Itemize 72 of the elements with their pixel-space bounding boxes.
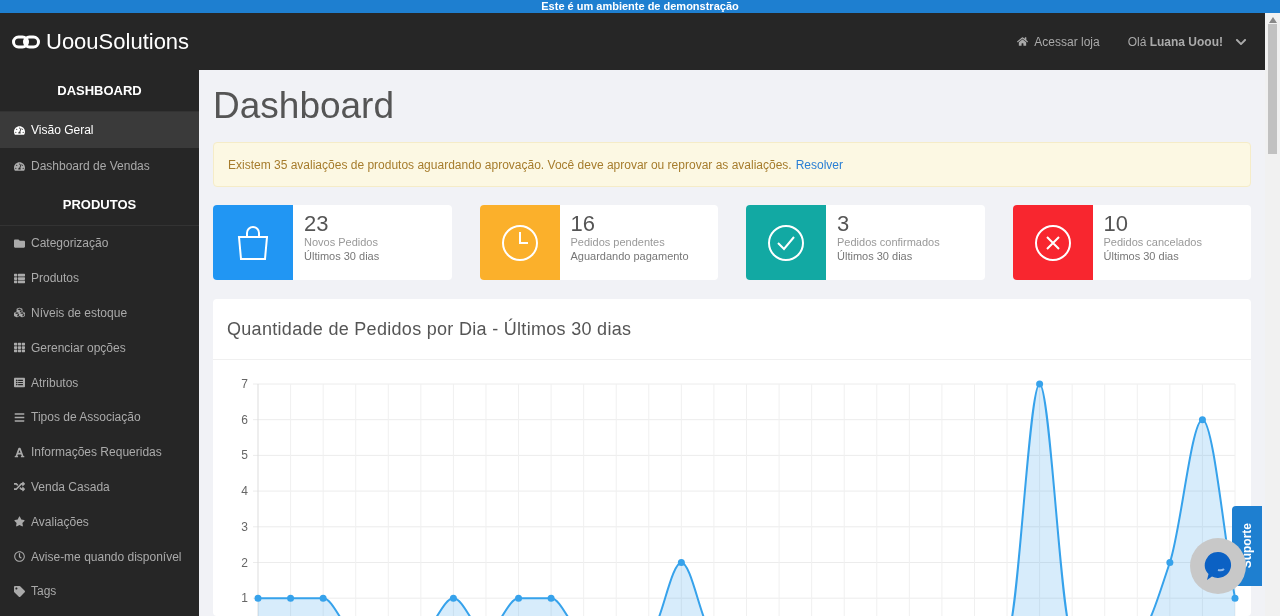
list-icon bbox=[14, 272, 25, 284]
gauge-icon bbox=[14, 124, 25, 136]
page-title: Dashboard bbox=[213, 84, 395, 128]
sidebar-item[interactable]: Gerenciar opções bbox=[0, 330, 199, 366]
stat-label: Novos Pedidos bbox=[304, 235, 379, 249]
y-axis-label: 7 bbox=[241, 377, 248, 391]
clock-icon bbox=[499, 222, 540, 263]
logo-text: UoouSolutions bbox=[46, 28, 190, 56]
chart-title: Quantidade de Pedidos por Dia - Últimos 30 dias bbox=[227, 317, 632, 341]
check-circle-icon bbox=[766, 222, 806, 263]
point bbox=[515, 594, 523, 602]
shuffle-icon bbox=[14, 481, 25, 493]
folder-icon bbox=[14, 237, 25, 249]
sidebar-item[interactable]: Atributos bbox=[0, 365, 199, 400]
sidebar-item[interactable]: Produtos bbox=[0, 260, 199, 296]
stat-sublabel: Últimos 30 dias bbox=[837, 249, 914, 263]
y-axis-label: 3 bbox=[241, 519, 248, 534]
x-circle-icon bbox=[1032, 222, 1073, 263]
tag-icon bbox=[14, 585, 25, 597]
point bbox=[319, 594, 327, 602]
stat-label: Pedidos cancelados bbox=[1103, 235, 1202, 249]
stat-label: Pedidos confirmados bbox=[837, 235, 940, 249]
stat-label: Pedidos pendentes bbox=[570, 235, 666, 249]
letter-icon bbox=[14, 446, 25, 458]
stat-value: 3 bbox=[837, 213, 851, 235]
sidebar-item[interactable]: Tags bbox=[0, 573, 199, 609]
point bbox=[547, 594, 555, 602]
stat-sublabel: Últimos 30 dias bbox=[304, 249, 380, 263]
stat-sublabel: Aguardando pagamento bbox=[570, 249, 689, 263]
stat-value: 10 bbox=[1103, 213, 1129, 235]
point bbox=[254, 594, 262, 602]
grid-icon bbox=[14, 342, 25, 354]
point bbox=[287, 594, 295, 602]
scrollbar-thumb[interactable] bbox=[1268, 24, 1277, 154]
y-axis-label: 5 bbox=[241, 448, 248, 463]
sidebar-item[interactable]: Tipos de Associação bbox=[0, 400, 199, 435]
stat-value: 23 bbox=[304, 213, 330, 235]
gauge-icon bbox=[14, 160, 25, 172]
sidebar-heading: PRODUTOS bbox=[0, 184, 199, 226]
y-axis-label: 4 bbox=[241, 484, 248, 499]
sidebar-item[interactable]: Categorização bbox=[0, 226, 199, 261]
demo-banner: Este é um ambiente de demonstração bbox=[0, 0, 1280, 13]
point bbox=[1036, 380, 1044, 388]
point bbox=[1231, 594, 1239, 602]
sidebar-item[interactable]: Visão Geral bbox=[0, 112, 199, 148]
point bbox=[1198, 416, 1206, 424]
point bbox=[677, 559, 685, 566]
user-menu[interactable]: Olá Luana Uoou! bbox=[1127, 32, 1247, 51]
sidebar-item[interactable]: Dashboard de Vendas bbox=[0, 148, 199, 184]
y-axis-label: 2 bbox=[241, 555, 248, 570]
home-icon bbox=[1017, 36, 1029, 47]
sidebar-item[interactable]: Níveis de estoque bbox=[0, 295, 199, 331]
star-icon bbox=[14, 516, 25, 528]
resolve-link[interactable]: Resolver bbox=[795, 155, 844, 174]
sidebar-item[interactable]: Avaliações bbox=[0, 504, 199, 540]
point bbox=[1166, 559, 1174, 566]
y-axis-label: 1 bbox=[241, 591, 248, 606]
logo-icon bbox=[12, 34, 40, 49]
alert-text: Existem 35 avaliações de produtos aguardando aprovação. Você deve aprovar ou reprovar as avaliações. bbox=[228, 156, 792, 174]
list-icon bbox=[14, 377, 25, 389]
chat-bubble-icon bbox=[1203, 550, 1233, 582]
stat-sublabel: Últimos 30 dias bbox=[1103, 249, 1180, 263]
stat-value: 16 bbox=[570, 213, 596, 235]
sidebar-item[interactable]: Avise-me quando disponível bbox=[0, 539, 199, 574]
y-axis-label: 6 bbox=[241, 412, 248, 427]
clock-icon bbox=[14, 551, 25, 563]
sidebar-item[interactable]: Venda Casada bbox=[0, 469, 199, 505]
store-link[interactable]: Acessar loja bbox=[1017, 32, 1100, 51]
cubes-icon bbox=[14, 307, 25, 319]
point bbox=[449, 594, 457, 602]
sidebar-item[interactable]: Informações Requeridas bbox=[0, 434, 199, 470]
list-icon bbox=[14, 411, 25, 423]
